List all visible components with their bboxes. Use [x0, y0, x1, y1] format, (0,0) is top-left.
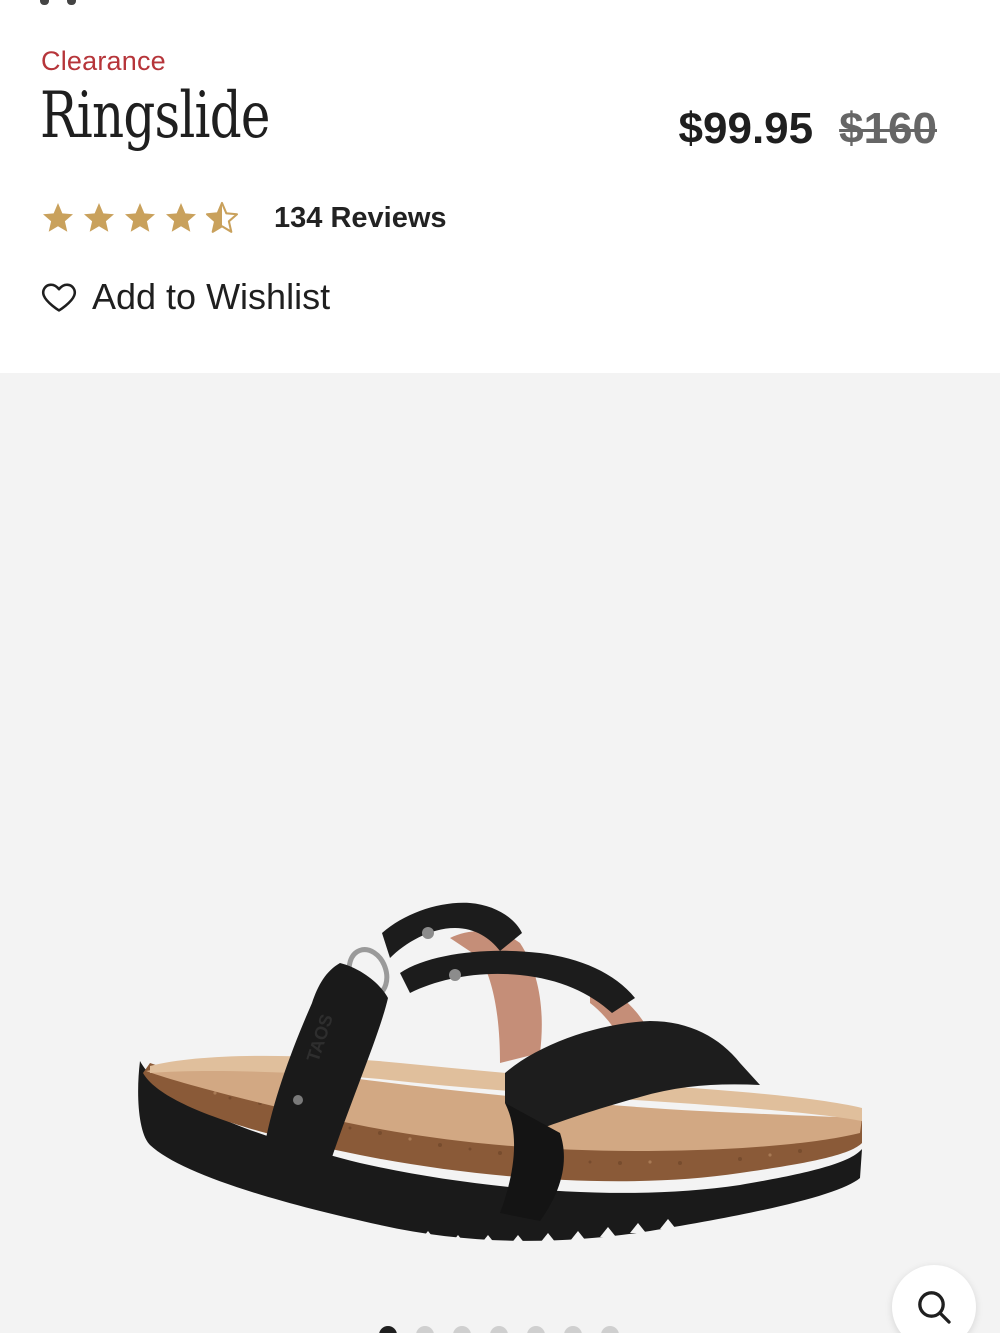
original-price: $160 — [839, 104, 937, 153]
star-icon — [43, 203, 73, 232]
add-to-wishlist-button[interactable]: Add to Wishlist — [40, 276, 330, 318]
wishlist-label: Add to Wishlist — [92, 276, 331, 317]
pagination-dot[interactable] — [527, 1326, 545, 1333]
sale-price: $99.95 — [678, 104, 814, 153]
gallery-pagination — [379, 1326, 619, 1333]
product-image-gallery[interactable]: TAOS — [0, 373, 1000, 1333]
product-title: Ringslide — [40, 79, 270, 153]
pagination-dot[interactable] — [416, 1326, 434, 1333]
pagination-dot[interactable] — [601, 1326, 619, 1333]
star-icon — [125, 203, 155, 232]
reviews-link[interactable]: 134 Reviews — [274, 202, 447, 235]
heart-icon — [41, 283, 77, 312]
star-icon — [84, 203, 114, 232]
pagination-dot[interactable] — [490, 1326, 508, 1333]
half-star-icon — [205, 201, 239, 233]
pagination-dot[interactable] — [564, 1326, 582, 1333]
star-icon — [166, 203, 196, 232]
price: $99.95 $160 — [679, 104, 937, 154]
search-icon — [918, 1291, 951, 1324]
rating[interactable]: 134 Reviews — [40, 200, 447, 236]
product-image[interactable]: TAOS — [0, 373, 1000, 1333]
pagination-dot[interactable] — [453, 1326, 471, 1333]
clearance-badge: Clearance — [41, 46, 166, 76]
pagination-dot[interactable] — [379, 1326, 397, 1333]
header-edge — [40, 0, 100, 5]
star-rating — [40, 200, 240, 236]
